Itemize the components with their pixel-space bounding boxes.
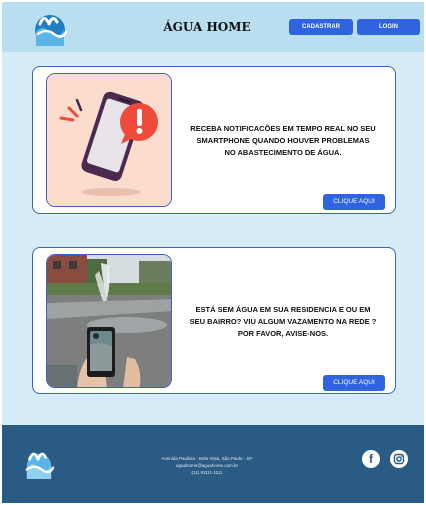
footer-contact: Avenida Paulista - Bela Vista, São Paulo… — [142, 455, 272, 476]
footer: Avenida Paulista - Bela Vista, São Paulo… — [2, 425, 424, 503]
report-card: ESTÁ SEM ÁGUA EM SUA RESIDENCIA E OU EM … — [32, 247, 396, 394]
instagram-icon[interactable] — [390, 450, 408, 468]
notification-card: RECEBA NOTIFICACÕES EM TEMPO REAL NO SEU… — [32, 66, 396, 214]
facebook-icon[interactable]: f — [362, 450, 380, 468]
header: ÁGUA HOME CADASTRAR LOGIN — [2, 2, 424, 52]
footer-phone: (11) 91111-1111 — [191, 470, 223, 475]
brand-title: ÁGUA HOME — [163, 20, 251, 34]
register-button[interactable]: CADASTRAR — [289, 19, 353, 35]
footer-email[interactable]: aguahome@aguahome.com.br — [142, 462, 272, 469]
report-cta-button[interactable]: CLIQUE AQUI — [323, 375, 385, 391]
login-button[interactable]: LOGIN — [357, 19, 420, 35]
notification-text: RECEBA NOTIFICACÕES EM TEMPO REAL NO SEU… — [190, 124, 376, 157]
water-drop-logo[interactable] — [32, 10, 68, 46]
report-text: ESTÁ SEM ÁGUA EM SUA RESIDENCIA E OU EM … — [189, 305, 377, 338]
water-leak-image — [46, 254, 172, 388]
water-drop-logo[interactable] — [22, 447, 56, 479]
footer-address: Avenida Paulista - Bela Vista, São Paulo… — [161, 456, 253, 461]
notification-cta-button[interactable]: CLIQUE AQUI — [323, 194, 385, 210]
phone-alert-image — [46, 73, 172, 207]
main-content: RECEBA NOTIFICACÕES EM TEMPO REAL NO SEU… — [2, 52, 424, 425]
